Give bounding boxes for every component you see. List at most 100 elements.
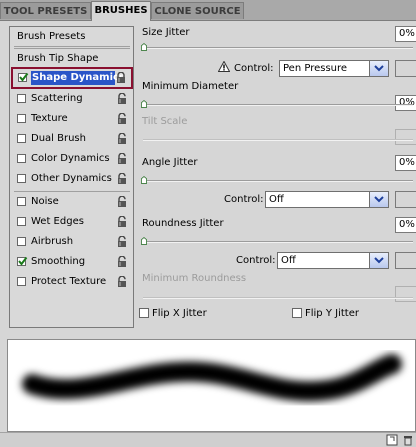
brush-presets-label: Brush Presets [17, 31, 86, 42]
protect-texture-label: Protect Texture [31, 276, 107, 287]
lock-icon[interactable] [117, 195, 127, 208]
lock-icon[interactable] [117, 235, 127, 248]
tab-clone-source[interactable]: CLONE SOURCE [151, 2, 244, 19]
brush-tip-shape-item[interactable]: Brush Tip Shape [10, 50, 133, 68]
angle-control-label: Control: [224, 194, 264, 205]
other-dynamics-checkbox[interactable] [17, 174, 26, 183]
check-icon [18, 256, 28, 266]
roundness-jitter-slider-thumb[interactable] [141, 237, 147, 245]
size-jitter-label: Size Jitter [142, 27, 190, 38]
option-shape-dynamics[interactable]: Shape Dynamics [11, 67, 133, 89]
divider [14, 48, 130, 49]
chevron-down-icon[interactable] [369, 253, 388, 268]
noise-checkbox[interactable] [17, 197, 26, 206]
roundness-control-field[interactable] [395, 252, 416, 269]
smoothing-checkbox[interactable] [17, 256, 28, 266]
divider [14, 191, 130, 192]
shape-dynamics-settings: Size Jitter 0% Control: Pen Pressure Min… [139, 22, 416, 332]
lock-icon[interactable] [117, 275, 127, 288]
airbrush-label: Airbrush [31, 236, 74, 247]
roundness-jitter-input[interactable]: 0% [395, 217, 416, 233]
lock-icon[interactable] [116, 71, 126, 84]
minimum-diameter-input[interactable]: 0% [395, 95, 416, 111]
lock-icon[interactable] [117, 172, 127, 185]
lock-icon[interactable] [117, 255, 127, 268]
size-control-dropdown[interactable]: Pen Pressure [279, 60, 389, 77]
lock-icon[interactable] [117, 215, 127, 228]
option-other-dynamics[interactable]: Other Dynamics [10, 170, 133, 188]
roundness-jitter-slider-track[interactable] [143, 241, 413, 243]
chevron-down-icon[interactable] [369, 61, 388, 76]
flip-x-jitter-checkbox[interactable] [139, 308, 149, 318]
color-dynamics-label: Color Dynamics [31, 153, 110, 164]
lock-icon[interactable] [117, 112, 127, 125]
option-scattering[interactable]: Scattering [10, 90, 133, 108]
size-jitter-input[interactable]: 0% [395, 26, 416, 42]
option-noise[interactable]: Noise [10, 193, 133, 211]
brush-presets-item[interactable]: Brush Presets [10, 28, 133, 46]
tab-brushes[interactable]: BRUSHES [91, 1, 151, 21]
brush-stroke-image [22, 354, 402, 402]
other-dynamics-label: Other Dynamics [31, 173, 112, 184]
dual-brush-label: Dual Brush [31, 133, 86, 144]
create-new-brush-icon[interactable] [386, 434, 398, 446]
roundness-control-label: Control: [236, 255, 276, 266]
bottom-toolbar [0, 432, 416, 447]
divider [14, 46, 130, 47]
tab-tool-presets[interactable]: TOOL PRESETS [0, 2, 91, 19]
color-dynamics-checkbox[interactable] [17, 154, 26, 163]
tilt-scale-label: Tilt Scale [142, 116, 188, 127]
texture-label: Texture [31, 113, 68, 124]
lock-icon[interactable] [117, 132, 127, 145]
dual-brush-checkbox[interactable] [17, 134, 26, 143]
brush-stroke-preview [7, 339, 416, 432]
option-texture[interactable]: Texture [10, 110, 133, 128]
tilt-scale-slider-track [143, 139, 413, 141]
angle-jitter-slider-thumb[interactable] [141, 176, 147, 184]
minimum-diameter-slider-track[interactable] [143, 104, 413, 106]
protect-texture-checkbox[interactable] [17, 277, 26, 286]
panel-tab-bar: TOOL PRESETS BRUSHES CLONE SOURCE [0, 0, 416, 21]
lock-icon[interactable] [117, 92, 127, 105]
chevron-down-icon[interactable] [369, 192, 388, 207]
noise-label: Noise [31, 196, 59, 207]
airbrush-checkbox[interactable] [17, 237, 26, 246]
roundness-control-dropdown[interactable]: Off [277, 252, 389, 269]
wet-edges-checkbox[interactable] [17, 217, 26, 226]
minimum-diameter-slider-thumb[interactable] [141, 100, 147, 108]
roundness-jitter-label: Roundness Jitter [142, 218, 224, 229]
wet-edges-label: Wet Edges [31, 216, 84, 227]
size-jitter-slider-track[interactable] [143, 47, 413, 49]
angle-jitter-slider-track[interactable] [143, 180, 413, 182]
option-wet-edges[interactable]: Wet Edges [10, 213, 133, 231]
angle-control-dropdown[interactable]: Off [265, 191, 389, 208]
minimum-diameter-label: Minimum Diameter [142, 81, 239, 92]
option-smoothing[interactable]: Smoothing [10, 253, 133, 271]
angle-jitter-input[interactable]: 0% [395, 155, 416, 171]
flip-x-jitter-label: Flip X Jitter [152, 308, 207, 319]
option-color-dynamics[interactable]: Color Dynamics [10, 150, 133, 168]
scattering-label: Scattering [31, 93, 83, 104]
angle-jitter-label: Angle Jitter [142, 157, 198, 168]
option-protect-texture[interactable]: Protect Texture [10, 273, 133, 291]
minimum-roundness-input [395, 286, 416, 302]
brush-options-list: Brush Presets Brush Tip Shape Shape Dyna… [9, 26, 134, 328]
option-airbrush[interactable]: Airbrush [10, 233, 133, 251]
scattering-checkbox[interactable] [17, 94, 26, 103]
smoothing-label: Smoothing [31, 256, 86, 267]
angle-control-field[interactable] [395, 191, 416, 208]
shape-dynamics-checkbox[interactable] [18, 72, 29, 82]
size-control-value: Pen Pressure [283, 63, 348, 74]
option-dual-brush[interactable]: Dual Brush [10, 130, 133, 148]
flip-y-jitter-label: Flip Y Jitter [305, 308, 359, 319]
lock-icon[interactable] [117, 152, 127, 165]
size-jitter-slider-thumb[interactable] [141, 43, 147, 51]
trash-icon[interactable] [402, 434, 414, 446]
size-control-field[interactable] [395, 60, 416, 77]
flip-y-jitter-checkbox[interactable] [292, 308, 302, 318]
check-icon [19, 72, 29, 82]
texture-checkbox[interactable] [17, 114, 26, 123]
tilt-scale-input [395, 129, 416, 145]
warning-icon [218, 61, 230, 72]
shape-dynamics-label: Shape Dynamics [32, 72, 125, 83]
